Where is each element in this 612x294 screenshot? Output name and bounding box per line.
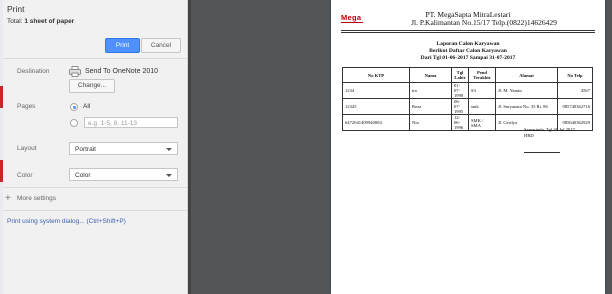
- print-settings-panel: Print Total: 1 sheet of paper Print Canc…: [3, 0, 188, 294]
- header-rule: [341, 32, 595, 33]
- printer-icon: [69, 66, 81, 77]
- column-header: Pend Terakhir: [468, 67, 496, 83]
- report-period: Dari Tgl 01-06-2017 Sampai 31-07-2017: [420, 55, 516, 61]
- pages-all-radio[interactable]: [70, 103, 78, 111]
- pages-label: Pages: [17, 103, 36, 110]
- table-cell: 06-07-1995: [451, 98, 469, 115]
- pages-range-input[interactable]: e.g. 1-5, 8, 11-13: [84, 117, 178, 128]
- signature-block: Samarinda, Tgl 26 Jul 2017 HRD: [524, 127, 575, 139]
- panel-divider: [188, 0, 191, 294]
- total-sheets: 1 sheet of paper: [24, 18, 75, 25]
- table-cell: Jl. Suryanata No. 35 Rt. 86: [495, 98, 558, 115]
- print-button[interactable]: Print: [105, 38, 140, 53]
- column-header: No KTP: [342, 67, 410, 83]
- table-cell: ira: [409, 82, 452, 99]
- layout-select[interactable]: Portrait: [69, 142, 178, 155]
- chevron-down-icon: [166, 174, 172, 177]
- report-title: Laporan Calon Karyawan: [436, 41, 500, 47]
- divider: [3, 210, 187, 211]
- column-header: No Telp: [557, 67, 593, 83]
- table-cell: Reza: [409, 98, 452, 115]
- plus-icon: +: [5, 193, 11, 204]
- report-subtitle: Berikut Daftar Calon Karyawan: [429, 48, 507, 54]
- table-cell: Nia: [409, 114, 452, 131]
- table-cell: 085740362716: [557, 98, 593, 115]
- divider: [3, 58, 187, 59]
- layout-label: Layout: [17, 145, 37, 152]
- table-row: 12345 Reza 06-07-1995 smk Jl. Suryanata …: [342, 98, 593, 115]
- signature-line: [524, 152, 560, 153]
- column-header: Nama: [409, 67, 452, 83]
- employee-table: No KTP Nama Tgl Lahir Pend Terakhir Alam…: [342, 67, 593, 131]
- table-cell: smk: [468, 98, 496, 115]
- color-select[interactable]: Color: [69, 168, 178, 181]
- destination-value: Send To OneNote 2010: [85, 68, 159, 75]
- cancel-button[interactable]: Cancel: [141, 38, 181, 53]
- destination-label: Destination: [17, 68, 50, 75]
- company-address: Jl. P.Kalimantan No.15/17 Telp.(0822)146…: [411, 18, 557, 27]
- table-row: 1234 ira 01-07-1998 S3 Jl. M. Yamin 4567: [342, 82, 593, 99]
- header-rule: [341, 30, 595, 31]
- table-header-row: No KTP Nama Tgl Lahir Pend Terakhir Alam…: [342, 67, 593, 83]
- print-total: Total: 1 sheet of paper: [7, 18, 75, 25]
- column-header: Tgl Lahir: [451, 67, 469, 83]
- table-cell: Jl. M. Yamin: [495, 82, 558, 99]
- color-label: Color: [17, 172, 33, 179]
- sign-role: HRD: [524, 133, 534, 138]
- table-cell: 12-06-1996: [451, 114, 469, 131]
- table-cell: 01-07-1998: [451, 82, 469, 99]
- system-dialog-link[interactable]: Print using system dialog... (Ctrl+Shift…: [7, 218, 126, 225]
- column-header: Alamat: [495, 67, 558, 83]
- table-cell: 6472041409940004: [342, 114, 410, 131]
- table-cell: SMK / SMA: [468, 114, 496, 131]
- preview-page: Mega PT. MegaSapta MitraLestari Jl. P.Ka…: [331, 0, 605, 294]
- more-settings-link[interactable]: More settings: [17, 195, 56, 202]
- chevron-down-icon: [166, 148, 172, 151]
- table-cell: S3: [468, 82, 496, 99]
- table-cell: 12345: [342, 98, 410, 115]
- table-cell: 4567: [557, 82, 593, 99]
- pages-all-label: All: [83, 103, 91, 110]
- change-destination-button[interactable]: Change...: [69, 79, 115, 93]
- pages-range-radio[interactable]: [70, 119, 78, 127]
- print-title: Print: [7, 4, 25, 14]
- divider: [3, 187, 187, 188]
- table-cell: 1234: [342, 82, 410, 99]
